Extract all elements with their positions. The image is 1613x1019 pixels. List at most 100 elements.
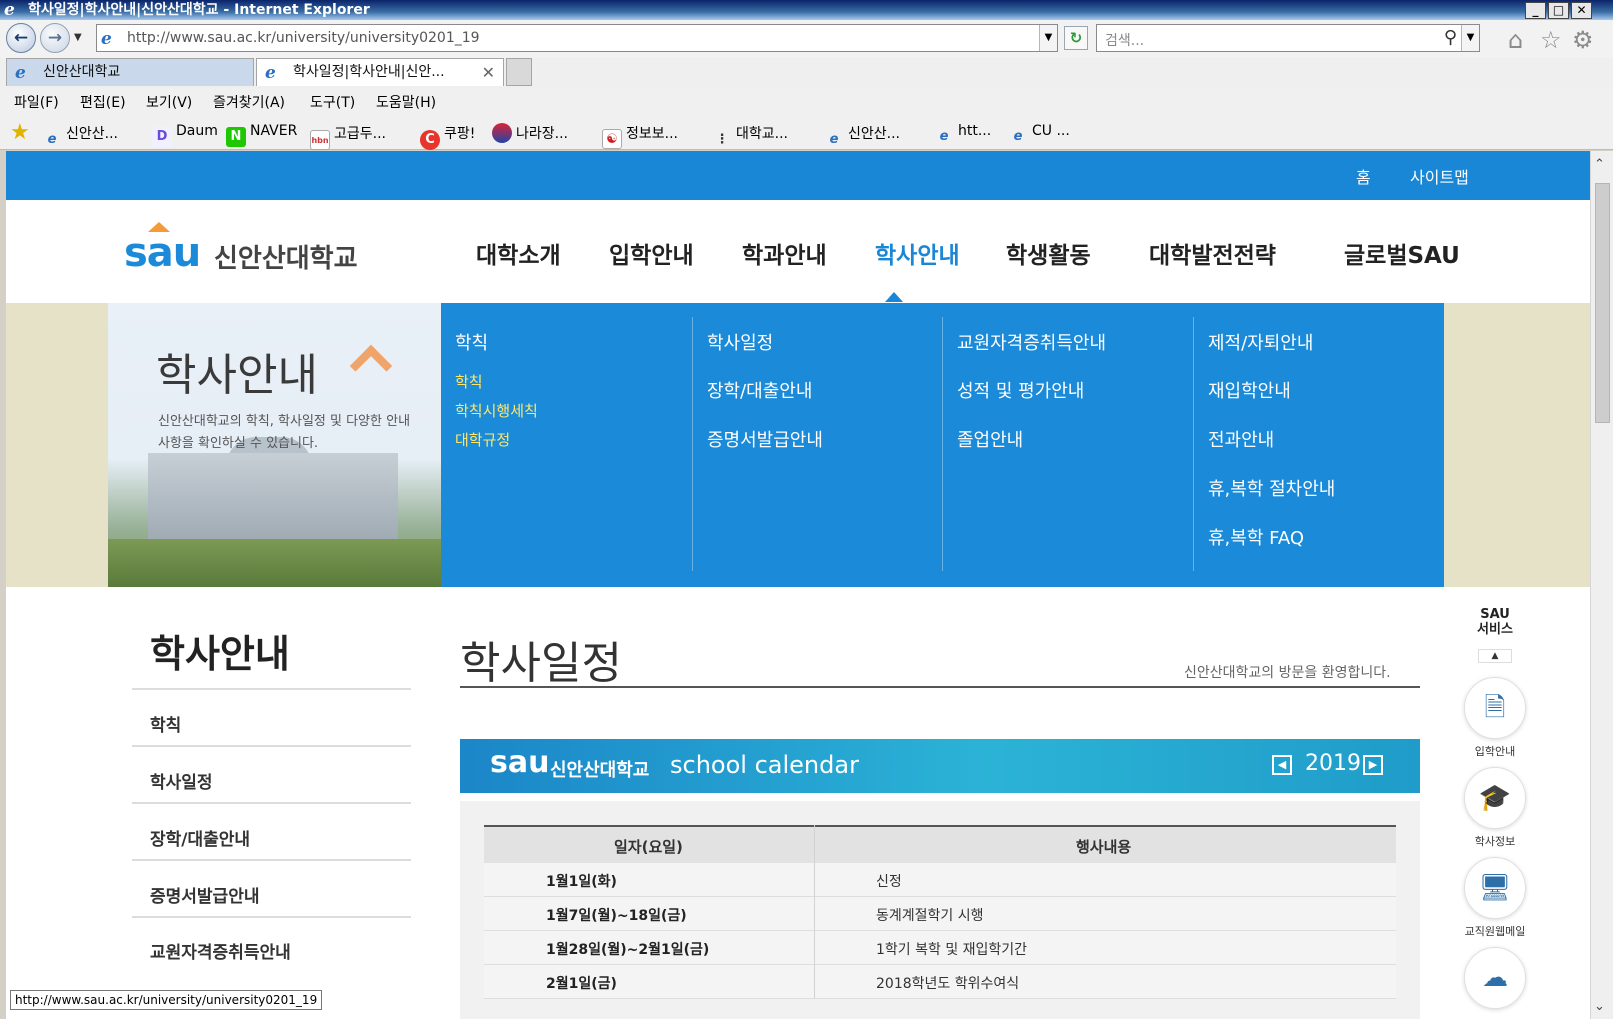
gnb-departments[interactable]: 학과안내 — [742, 236, 827, 270]
hero-banner: 학사안내 신안산대학교의 학칙, 학사일정 및 다양한 안내사항을 확인하실 수… — [108, 303, 443, 587]
menu-help[interactable]: 도움말(H) — [376, 92, 436, 112]
mega-sub-rules[interactable]: 학칙시행세칙 — [455, 400, 538, 421]
gnb-strategy[interactable]: 대학발전전략 — [1149, 236, 1276, 270]
gnb-about[interactable]: 대학소개 — [476, 236, 561, 270]
gnb-admission[interactable]: 입학안내 — [609, 236, 694, 270]
fav-item[interactable]: e CU ... — [1008, 123, 1070, 147]
scroll-down-icon[interactable]: ⌄ — [1594, 999, 1605, 1014]
tab-sau-home[interactable]: e 신안산대학교 — [6, 58, 254, 86]
mega-item-grades[interactable]: 성적 및 평가안내 — [957, 377, 1084, 403]
mega-head-withdrawal[interactable]: 제적/자퇴안내 — [1208, 329, 1313, 355]
mega-menu: 학칙 학칙 학칙시행세칙 대학규정 학사일정 장학/대출안내 증명서발급안내 교… — [441, 303, 1444, 587]
menu-file[interactable]: 파일(F) — [14, 92, 59, 112]
fav-item[interactable]: N NAVER — [226, 123, 297, 147]
lnb-item-certificate[interactable]: 증명서발급안내 — [150, 882, 259, 907]
next-year-icon[interactable]: ▶ — [1363, 755, 1383, 775]
tab-ie-icon: e — [15, 63, 26, 83]
close-window-button[interactable]: ✕ — [1571, 2, 1592, 19]
campus-lawn-image — [108, 539, 443, 587]
webmail-monitor-icon[interactable]: 🖥 — [1464, 857, 1526, 919]
search-icon[interactable]: ⚲ — [1444, 27, 1457, 48]
refresh-icon[interactable]: ↻ — [1064, 26, 1088, 50]
tab-label: 신안산대학교 — [43, 64, 121, 80]
menu-tools[interactable]: 도구(T) — [310, 92, 355, 112]
admission-doc-icon[interactable]: 🗎 — [1464, 677, 1526, 739]
fav-item[interactable]: C 쿠팡! — [420, 123, 475, 150]
search-box[interactable]: 검색... ⚲ ▼ — [1096, 24, 1480, 52]
graduation-cap-icon[interactable]: 🎓 — [1464, 767, 1526, 829]
quick-scroll-up-icon[interactable]: ▲ — [1478, 649, 1512, 663]
address-dropdown-icon[interactable]: ▼ — [1039, 25, 1057, 51]
mega-head-teacher-cert[interactable]: 교원자격증취득안내 — [957, 329, 1106, 355]
fav-item[interactable]: e 신안산... — [824, 123, 900, 150]
mega-item-transfer[interactable]: 전과안내 — [1208, 426, 1274, 452]
lnb-item-hakchik[interactable]: 학칙 — [150, 711, 181, 736]
menu-edit[interactable]: 편집(E) — [80, 92, 126, 112]
lnb-item-schedule[interactable]: 학사일정 — [150, 768, 213, 793]
col-header-date: 일자(요일) — [614, 838, 683, 856]
search-dropdown-icon[interactable]: ▼ — [1461, 25, 1479, 51]
mega-item-scholarship[interactable]: 장학/대출안내 — [707, 377, 812, 403]
close-tab-icon[interactable]: ✕ — [482, 59, 495, 86]
home-link[interactable]: 홈 — [1356, 164, 1371, 188]
mega-item-certificate[interactable]: 증명서발급안내 — [707, 426, 823, 452]
address-url[interactable]: http://www.sau.ac.kr/university/universi… — [127, 30, 480, 46]
mega-head-schedule[interactable]: 학사일정 — [707, 329, 773, 355]
row-event: 2018학년도 학위수여식 — [876, 976, 1020, 992]
mega-head-hakchik[interactable]: 학칙 — [455, 329, 488, 355]
cloud-icon[interactable]: ☁ — [1464, 947, 1526, 1009]
menu-view[interactable]: 보기(V) — [146, 92, 192, 112]
menu-favorites[interactable]: 즐겨찾기(A) — [213, 92, 285, 112]
fav-item[interactable]: ☯ 정보보... — [602, 123, 678, 149]
lnb-title: 학사안내 — [150, 632, 290, 676]
fav-item[interactable]: hbn 고급두... — [310, 123, 386, 150]
quick-label-academic[interactable]: 학사정보 — [1444, 833, 1546, 849]
favorites-star-icon[interactable]: ★ — [10, 120, 30, 145]
history-dropdown-icon[interactable]: ▼ — [74, 32, 82, 43]
gnb-student-life[interactable]: 학생활동 — [1006, 236, 1091, 270]
back-button[interactable]: ← — [6, 23, 36, 53]
forward-button[interactable]: → — [40, 23, 70, 53]
mega-item-leave-faq[interactable]: 휴,복학 FAQ — [1208, 524, 1304, 550]
hbn-icon: hbn — [310, 130, 330, 150]
search-placeholder: 검색... — [1105, 33, 1145, 49]
tab-academic-schedule[interactable]: e 학사일정|학사안내|신안... ✕ — [256, 58, 504, 86]
mega-item-leave-procedure[interactable]: 휴,복학 절차안내 — [1208, 475, 1335, 501]
mega-item-graduation[interactable]: 졸업안내 — [957, 426, 1023, 452]
mega-col-3: 교원자격증취득안내 성적 및 평가안내 졸업안내 — [942, 317, 1192, 571]
mega-sub-hakchik[interactable]: 학칙 — [455, 371, 483, 392]
address-bar[interactable]: e http://www.sau.ac.kr/university/univer… — [96, 24, 1058, 52]
minimize-button[interactable]: _ — [1525, 2, 1546, 19]
daum-icon: D — [152, 127, 172, 147]
quick-label-admission[interactable]: 입학안내 — [1444, 743, 1546, 759]
maximize-button[interactable]: □ — [1548, 2, 1569, 19]
fav-item[interactable]: 나라장... — [492, 123, 568, 143]
mega-item-readmission[interactable]: 재입학안내 — [1208, 377, 1291, 403]
scroll-up-icon[interactable]: ⌃ — [1594, 157, 1605, 172]
row-event: 1학기 복학 및 재입학기간 — [876, 942, 1028, 958]
prev-year-icon[interactable]: ◀ — [1272, 755, 1292, 775]
ie-icon: e — [47, 132, 57, 147]
fav-item[interactable]: e 신안산... — [42, 123, 118, 150]
gear-icon[interactable]: ⚙ — [1572, 26, 1594, 54]
sitemap-link[interactable]: 사이트맵 — [1410, 164, 1469, 188]
gnb-global[interactable]: 글로벌SAU — [1344, 236, 1460, 270]
page-scrollbar[interactable]: ⌃ ⌄ — [1590, 151, 1613, 1019]
lnb-divider — [132, 688, 411, 690]
table-row: 2월1일(금) 2018학년도 학위수여식 — [484, 965, 1396, 999]
scroll-thumb[interactable] — [1595, 183, 1610, 423]
quick-label-webmail[interactable]: 교직원웹메일 — [1444, 923, 1546, 939]
fav-item[interactable]: ⋮ 대학교... — [712, 123, 789, 150]
nara-icon — [492, 123, 512, 143]
fav-item[interactable]: D Daum — [152, 123, 218, 147]
home-icon[interactable]: ⌂ — [1508, 26, 1523, 54]
lnb-item-teacher-cert[interactable]: 교원자격증취득안내 — [150, 938, 291, 963]
new-tab-button[interactable] — [506, 58, 532, 86]
gnb-academic[interactable]: 학사안내 — [875, 236, 960, 270]
fav-item[interactable]: e htt... — [934, 123, 992, 147]
mega-sub-regulations[interactable]: 대학규정 — [455, 429, 510, 450]
ie-icon: e — [1013, 129, 1023, 144]
favorites-star-icon[interactable]: ☆ — [1540, 26, 1562, 54]
lnb-item-scholarship[interactable]: 장학/대출안내 — [150, 825, 250, 850]
title-divider — [460, 686, 1420, 688]
